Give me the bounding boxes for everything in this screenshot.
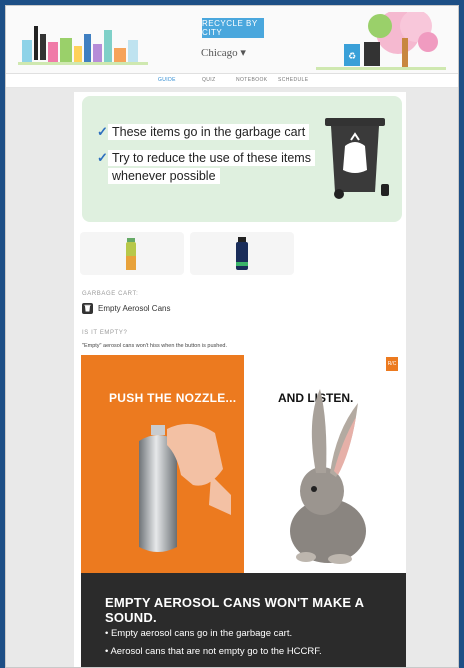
item-name: Empty Aerosol Cans <box>98 303 171 313</box>
app-frame: RECYCLE BY CITY Chicago ▾ ♻ GUIDE QUIZ N… <box>5 5 459 668</box>
garbage-cart-icon <box>325 118 389 199</box>
nav-schedule[interactable]: SCHEDULE <box>278 77 308 83</box>
poster-bottom-panel: EMPTY AEROSOL CANS WON'T MAKE A SOUND. •… <box>81 573 406 667</box>
svg-text:♻: ♻ <box>348 52 356 62</box>
info-box: ✓ These items go in the garbage cart ✓ T… <box>82 96 402 222</box>
check-icon: ✓ <box>97 150 108 165</box>
poster-badge: R/C <box>386 357 398 371</box>
item-row: Empty Aerosol Cans <box>82 301 170 315</box>
tree-bins-illustration: ♻ <box>316 12 446 70</box>
aerosol-poster: PUSH THE NOZZLE... AND LISTEN. R/C EMPTY… <box>81 355 406 667</box>
info-line-2: Try to reduce the use of these items <box>108 150 315 166</box>
aerosol-can-icon <box>126 238 136 270</box>
garbage-cart-small-icon <box>82 302 93 314</box>
nav-quiz[interactable]: QUIZ <box>202 77 216 83</box>
item-thumbnail-1[interactable] <box>80 232 184 275</box>
item-thumbnail-2[interactable] <box>190 232 294 275</box>
nav-guide[interactable]: GUIDE <box>158 77 176 83</box>
poster-bullet-2: • Aerosol cans that are not empty go to … <box>105 646 322 657</box>
site-logo[interactable]: RECYCLE BY CITY <box>202 18 264 38</box>
poster-bullet-1: • Empty aerosol cans go in the garbage c… <box>105 628 293 639</box>
poster-left-panel: PUSH THE NOZZLE... <box>81 355 244 573</box>
info-line-3: whenever possible <box>108 168 220 184</box>
aerosol-can-icon <box>236 237 248 270</box>
rabbit-illustration <box>290 389 366 564</box>
category-label: GARBAGE CART: <box>82 291 139 297</box>
poster-left-title: PUSH THE NOZZLE... <box>109 391 237 405</box>
top-nav: GUIDE QUIZ NOTEBOOK SCHEDULE <box>6 74 458 88</box>
poster-bottom-title: EMPTY AEROSOL CANS WON'T MAKE A SOUND. <box>105 595 364 625</box>
nav-notebook[interactable]: NOTEBOOK <box>236 77 268 83</box>
site-header: RECYCLE BY CITY Chicago ▾ ♻ <box>6 6 458 74</box>
item-card: ✓ These items go in the garbage cart ✓ T… <box>74 92 406 667</box>
check-icon: ✓ <box>97 124 108 139</box>
info-line-1: These items go in the garbage cart <box>108 124 310 140</box>
question-label: IS IT EMPTY? <box>82 330 128 336</box>
city-selector[interactable]: Chicago ▾ <box>201 46 246 59</box>
aerosol-can-hand-illustration <box>139 423 231 552</box>
city-skyline-illustration <box>18 26 148 65</box>
poster-right-panel: AND LISTEN. R/C <box>244 355 406 573</box>
hint-text: "Empty" aerosol cans won't hiss when the… <box>82 343 227 349</box>
